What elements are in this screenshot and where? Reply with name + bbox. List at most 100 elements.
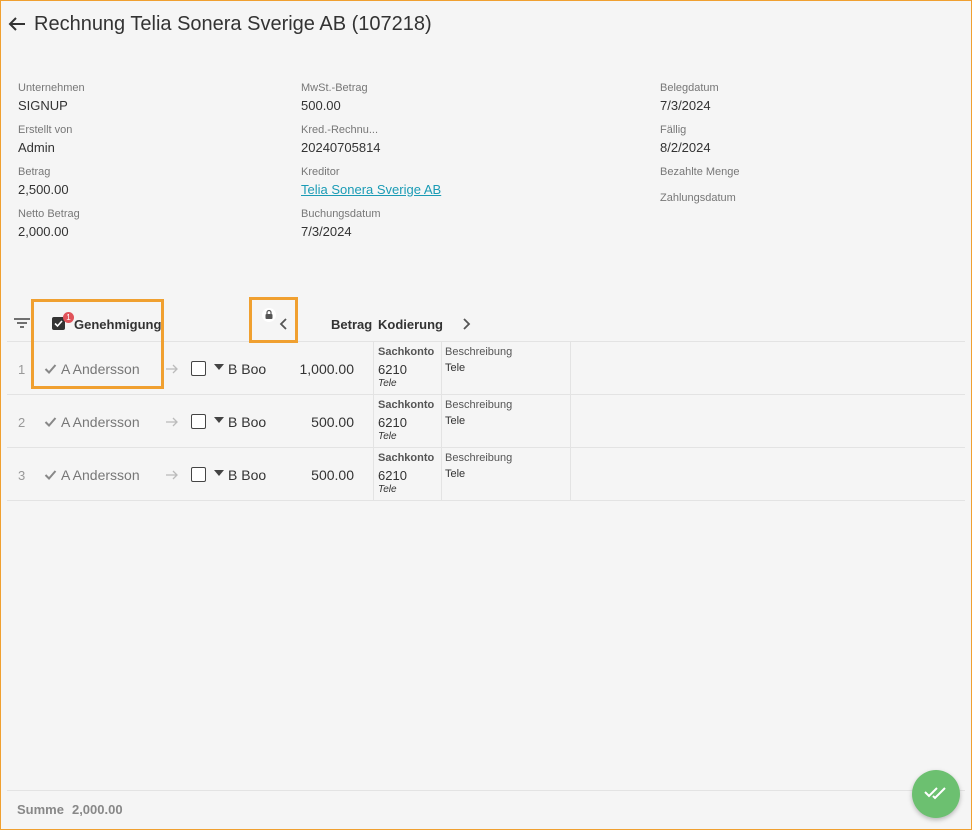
sachkonto-value: 6210 <box>378 362 407 377</box>
field-value: SIGNUP <box>18 98 68 113</box>
row-amount: 500.00 <box>311 467 354 483</box>
info-column-3: Belegdatum 7/3/2024 Fällig 8/2/2024 Beza… <box>660 82 740 218</box>
field-value: 2,000.00 <box>18 224 69 239</box>
sachkonto-description: Tele <box>378 484 397 495</box>
chevron-right-icon[interactable] <box>460 316 472 332</box>
arrow-right-icon <box>165 415 179 427</box>
field-label: Erstellt von <box>18 124 73 136</box>
beschreibung-label: Beschreibung <box>445 399 513 411</box>
kreditor-link[interactable]: Telia Sonera Sverige AB <box>301 182 441 197</box>
beschreibung-value: Tele <box>445 415 466 427</box>
table-row[interactable]: 2 A Andersson B Boo 500.00 Sachkonto 621… <box>7 395 965 448</box>
beschreibung-label: Beschreibung <box>445 346 513 358</box>
beschreibung-label: Beschreibung <box>445 452 513 464</box>
field-label: Zahlungsdatum <box>660 192 736 204</box>
approver-name: A Andersson <box>61 414 140 430</box>
sum-label: Summe <box>17 802 64 817</box>
field-label: Netto Betrag <box>18 208 80 220</box>
row-number: 2 <box>18 415 26 430</box>
table-row[interactable]: 3 A Andersson B Boo 500.00 Sachkonto 621… <box>7 448 965 501</box>
row-amount: 500.00 <box>311 414 354 430</box>
field-unternehmen: Unternehmen SIGNUP <box>18 82 85 124</box>
field-netto-betrag: Netto Betrag 2,000.00 <box>18 208 85 250</box>
approve-all-button[interactable] <box>912 770 960 818</box>
field-value: 8/2/2024 <box>660 140 711 155</box>
field-label: Fällig <box>660 124 687 136</box>
double-check-icon <box>924 783 948 806</box>
row-checkbox[interactable] <box>191 467 206 482</box>
sachkonto-value: 6210 <box>378 415 407 430</box>
arrow-right-icon <box>165 362 179 374</box>
notification-badge: 1 <box>63 312 74 323</box>
divider <box>441 448 442 500</box>
field-zahlungsdatum: Zahlungsdatum <box>660 192 740 218</box>
field-label: Unternehmen <box>18 82 85 94</box>
footer-summary: Summe 2,000.00 <box>7 790 965 829</box>
filter-icon[interactable] <box>12 314 32 332</box>
coding-cell[interactable]: Sachkonto 6210 Tele Beschreibung Tele <box>373 395 571 447</box>
checkmark-icon <box>44 415 57 427</box>
checkmark-icon <box>44 362 57 374</box>
sum-value: 2,000.00 <box>71 802 123 817</box>
column-header-amount[interactable]: Betrag <box>331 317 372 332</box>
column-header-approval[interactable]: Genehmigung <box>74 317 161 332</box>
field-value: Admin <box>18 140 55 155</box>
chevron-left-icon[interactable] <box>278 316 290 332</box>
table-row[interactable]: 1 A Andersson B Boo 1,000.00 Sachkonto 6… <box>7 342 965 395</box>
caret-down-icon[interactable] <box>214 470 224 476</box>
sachkonto-label: Sachkonto <box>378 346 435 358</box>
field-label: MwSt.-Betrag <box>301 82 368 94</box>
field-kred-rechnung: Kred.-Rechnu... 20240705814 <box>301 124 441 166</box>
column-header-coding[interactable]: Kodierung <box>378 317 443 332</box>
sachkonto-value: 6210 <box>378 468 407 483</box>
field-value: 7/3/2024 <box>301 224 352 239</box>
checkmark-icon <box>44 468 57 480</box>
coding-cell[interactable]: Sachkonto 6210 Tele Beschreibung Tele <box>373 448 571 500</box>
next-approver: B Boo <box>228 414 267 430</box>
caret-down-icon[interactable] <box>214 364 224 370</box>
field-belegdatum: Belegdatum 7/3/2024 <box>660 82 740 124</box>
field-faellig: Fällig 8/2/2024 <box>660 124 740 166</box>
field-value: 2,500.00 <box>18 182 69 197</box>
sachkonto-description: Tele <box>378 431 397 442</box>
approval-table: 1 A Andersson B Boo 1,000.00 Sachkonto 6… <box>7 341 965 501</box>
row-number: 1 <box>18 362 26 377</box>
field-label: Betrag <box>18 166 51 178</box>
field-betrag: Betrag 2,500.00 <box>18 166 85 208</box>
approver-name: A Andersson <box>61 467 140 483</box>
approver-name: A Andersson <box>61 361 140 377</box>
field-value: 500.00 <box>301 98 341 113</box>
arrow-right-icon <box>165 468 179 480</box>
field-label: Belegdatum <box>660 82 719 94</box>
lock-icon[interactable] <box>262 308 276 322</box>
divider <box>441 395 442 447</box>
beschreibung-value: Tele <box>445 468 466 480</box>
page-header: Rechnung Telia Sonera Sverige AB (107218… <box>6 10 432 38</box>
field-value: 20240705814 <box>301 140 381 155</box>
info-column-2: MwSt.-Betrag 500.00 Kred.-Rechnu... 2024… <box>301 82 441 250</box>
field-label: Kred.-Rechnu... <box>301 124 379 136</box>
row-checkbox[interactable] <box>191 414 206 429</box>
beschreibung-value: Tele <box>445 362 466 374</box>
field-mwst-betrag: MwSt.-Betrag 500.00 <box>301 82 441 124</box>
caret-down-icon[interactable] <box>214 417 224 423</box>
row-amount: 1,000.00 <box>299 361 355 377</box>
field-label: Kreditor <box>301 166 340 178</box>
info-column-1: Unternehmen SIGNUP Erstellt von Admin Be… <box>18 82 85 250</box>
sachkonto-label: Sachkonto <box>378 399 435 411</box>
grid-header: 1 Genehmigung Betrag Kodierung <box>0 308 972 340</box>
divider <box>441 342 442 394</box>
field-bezahlte-menge: Bezahlte Menge <box>660 166 740 192</box>
sachkonto-description: Tele <box>378 378 397 389</box>
coding-cell[interactable]: Sachkonto 6210 Tele Beschreibung Tele <box>373 342 571 394</box>
back-arrow-icon[interactable] <box>6 13 28 35</box>
field-label: Buchungsdatum <box>301 208 381 220</box>
field-value: 7/3/2024 <box>660 98 711 113</box>
next-approver: B Boo <box>228 361 267 377</box>
row-checkbox[interactable] <box>191 361 206 376</box>
field-erstellt-von: Erstellt von Admin <box>18 124 85 166</box>
sachkonto-label: Sachkonto <box>378 452 435 464</box>
field-buchungsdatum: Buchungsdatum 7/3/2024 <box>301 208 441 250</box>
field-label: Bezahlte Menge <box>660 166 740 178</box>
sum-row: Summe 2,000.00 <box>17 802 123 817</box>
